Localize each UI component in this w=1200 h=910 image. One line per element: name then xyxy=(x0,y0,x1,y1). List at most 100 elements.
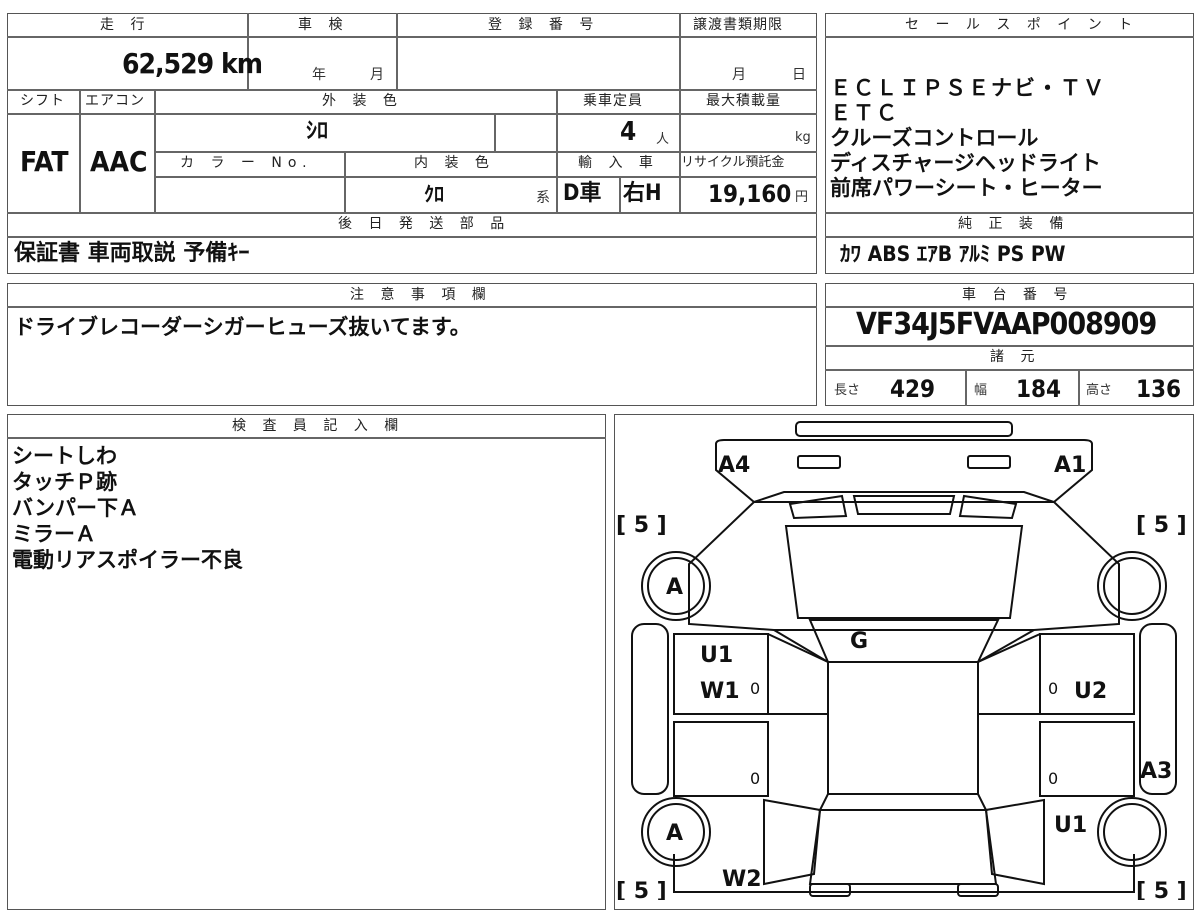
sales-point-item: ＥＣＬＩＰＳＥナビ・ＴＶ xyxy=(830,76,1106,100)
shaken-year: 年 xyxy=(312,67,326,83)
front-bumper-slot xyxy=(795,421,1013,437)
width-label: 幅 xyxy=(974,383,988,398)
ext-color-label: 外 装 色 xyxy=(322,93,403,109)
max-load-unit: kg xyxy=(795,130,811,145)
shipping-label: 後 日 発 送 部 品 xyxy=(338,216,511,232)
divider xyxy=(679,13,681,89)
mark-zero-4: 0 xyxy=(1048,769,1058,788)
chassis-number: VF34J5FVAAP008909 xyxy=(856,307,1157,342)
inspector-note-line: シートしわ xyxy=(12,444,117,468)
mark-five-tl: [ 5 ] xyxy=(616,513,667,538)
mark-a-front: A xyxy=(666,575,683,600)
divider xyxy=(7,89,817,91)
sales-point-item: 前席パワーシート・ヒーター xyxy=(830,176,1103,200)
car-diagram: A4 A1 [ 5 ] [ 5 ] A G U1 W1 0 0 U2 0 0 A… xyxy=(616,421,1187,900)
mark-five-tr: [ 5 ] xyxy=(1136,513,1187,538)
mark-u1-left: U1 xyxy=(700,643,733,668)
divider xyxy=(344,151,346,212)
mark-u1-right: U1 xyxy=(1054,813,1087,838)
length-label: 長さ xyxy=(834,383,861,398)
divider xyxy=(679,89,681,212)
int-color-label: 内 装 色 xyxy=(414,155,495,171)
wheel-rear-right xyxy=(1097,797,1167,867)
mark-five-br: [ 5 ] xyxy=(1136,879,1187,900)
wheel-front-right xyxy=(1097,551,1167,621)
hood xyxy=(784,525,1024,619)
sales-points-label: セ ー ル ス ポ イ ン ト xyxy=(905,17,1139,33)
sill-left xyxy=(631,623,669,795)
grille-center xyxy=(852,495,956,515)
mark-a3: A3 xyxy=(1140,759,1172,784)
ac-label: エアコン xyxy=(85,93,145,109)
sales-points-list: ＥＣＬＩＰＳＥナビ・ＴＶ ＥＴＣ クルーズコントロール ディスチャージヘッドライ… xyxy=(830,76,1190,201)
import-label: 輸 入 車 xyxy=(578,155,659,171)
headlight-right xyxy=(967,455,1011,469)
divider xyxy=(556,89,558,151)
sales-point-item: ＥＴＣ xyxy=(830,101,899,125)
divider xyxy=(825,369,1194,371)
divider xyxy=(7,36,817,38)
divider xyxy=(154,89,156,212)
divider xyxy=(556,151,558,212)
mark-w1: W1 xyxy=(700,679,740,704)
windshield xyxy=(808,619,1000,663)
int-color-value: ｸﾛ xyxy=(424,182,444,206)
inspector-notes: シートしわ タッチＰ跡 バンパー下Ａ ミラーＡ 電動リアスポイラー不良 xyxy=(12,443,243,573)
headlight-left xyxy=(797,455,841,469)
import-drive: D車 xyxy=(563,181,602,206)
notes-value: ドライブレコーダーシガーヒューズ抜いてます。 xyxy=(14,315,471,339)
mark-u2: U2 xyxy=(1074,679,1107,704)
recycle-label: リサイクル預託金 xyxy=(681,155,785,170)
mark-g: G xyxy=(850,629,868,654)
mileage-label: 走 行 xyxy=(100,17,151,33)
divider xyxy=(619,176,621,212)
mark-zero-2: 0 xyxy=(1048,679,1058,698)
divider xyxy=(79,89,81,212)
ac-value: AAC xyxy=(90,145,148,178)
shipping-value: 保証書 車両取説 予備ｷｰ xyxy=(14,241,250,266)
shaken-month: 月 xyxy=(370,67,384,83)
divider xyxy=(825,36,1194,38)
import-handle: 右H xyxy=(623,181,662,206)
divider xyxy=(7,306,817,308)
recycle-unit: 円 xyxy=(795,190,809,205)
capacity-label: 乗車定員 xyxy=(583,93,643,109)
divider xyxy=(825,345,1194,347)
height-value: 136 xyxy=(1136,375,1182,403)
shift-value: FAT xyxy=(20,145,69,178)
capacity-value: 4 xyxy=(620,117,637,147)
divider xyxy=(825,212,1194,214)
sales-point-item: クルーズコントロール xyxy=(830,126,1039,150)
rear-deck xyxy=(808,809,998,885)
divider xyxy=(7,236,817,238)
shift-label: シフト xyxy=(20,93,65,109)
capacity-unit: 人 xyxy=(656,132,670,147)
mark-zero-1: 0 xyxy=(750,679,760,698)
sales-point-item: ディスチャージヘッドライト xyxy=(830,151,1101,175)
int-color-suffix: 系 xyxy=(536,190,550,206)
transfer-day: 日 xyxy=(792,67,806,83)
divider xyxy=(396,13,398,89)
height-label: 高さ xyxy=(1086,383,1113,398)
transfer-deadline-label: 譲渡書類期限 xyxy=(693,17,783,33)
inspector-note-line: タッチＰ跡 xyxy=(12,470,117,494)
divider xyxy=(825,236,1194,238)
inspector-label: 検 査 員 記 入 欄 xyxy=(232,418,405,434)
equipment-label: 純 正 装 備 xyxy=(958,216,1070,232)
body-outline xyxy=(688,491,1120,631)
mark-a4: A4 xyxy=(718,453,750,478)
max-load-label: 最大積載量 xyxy=(706,93,781,109)
divider xyxy=(154,176,817,178)
grille-left xyxy=(788,494,848,520)
notes-label: 注 意 事 項 欄 xyxy=(350,287,492,303)
divider xyxy=(7,113,817,115)
mark-five-bl: [ 5 ] xyxy=(616,879,667,900)
mark-w2: W2 xyxy=(722,867,762,892)
divider xyxy=(7,437,606,439)
mark-zero-3: 0 xyxy=(750,769,760,788)
ext-color-value: ｼﾛ xyxy=(306,119,329,144)
inspector-note-line: ミラーＡ xyxy=(12,522,96,546)
recycle-value: 19,160 xyxy=(708,180,792,208)
roof xyxy=(827,661,979,795)
divider xyxy=(154,151,817,153)
